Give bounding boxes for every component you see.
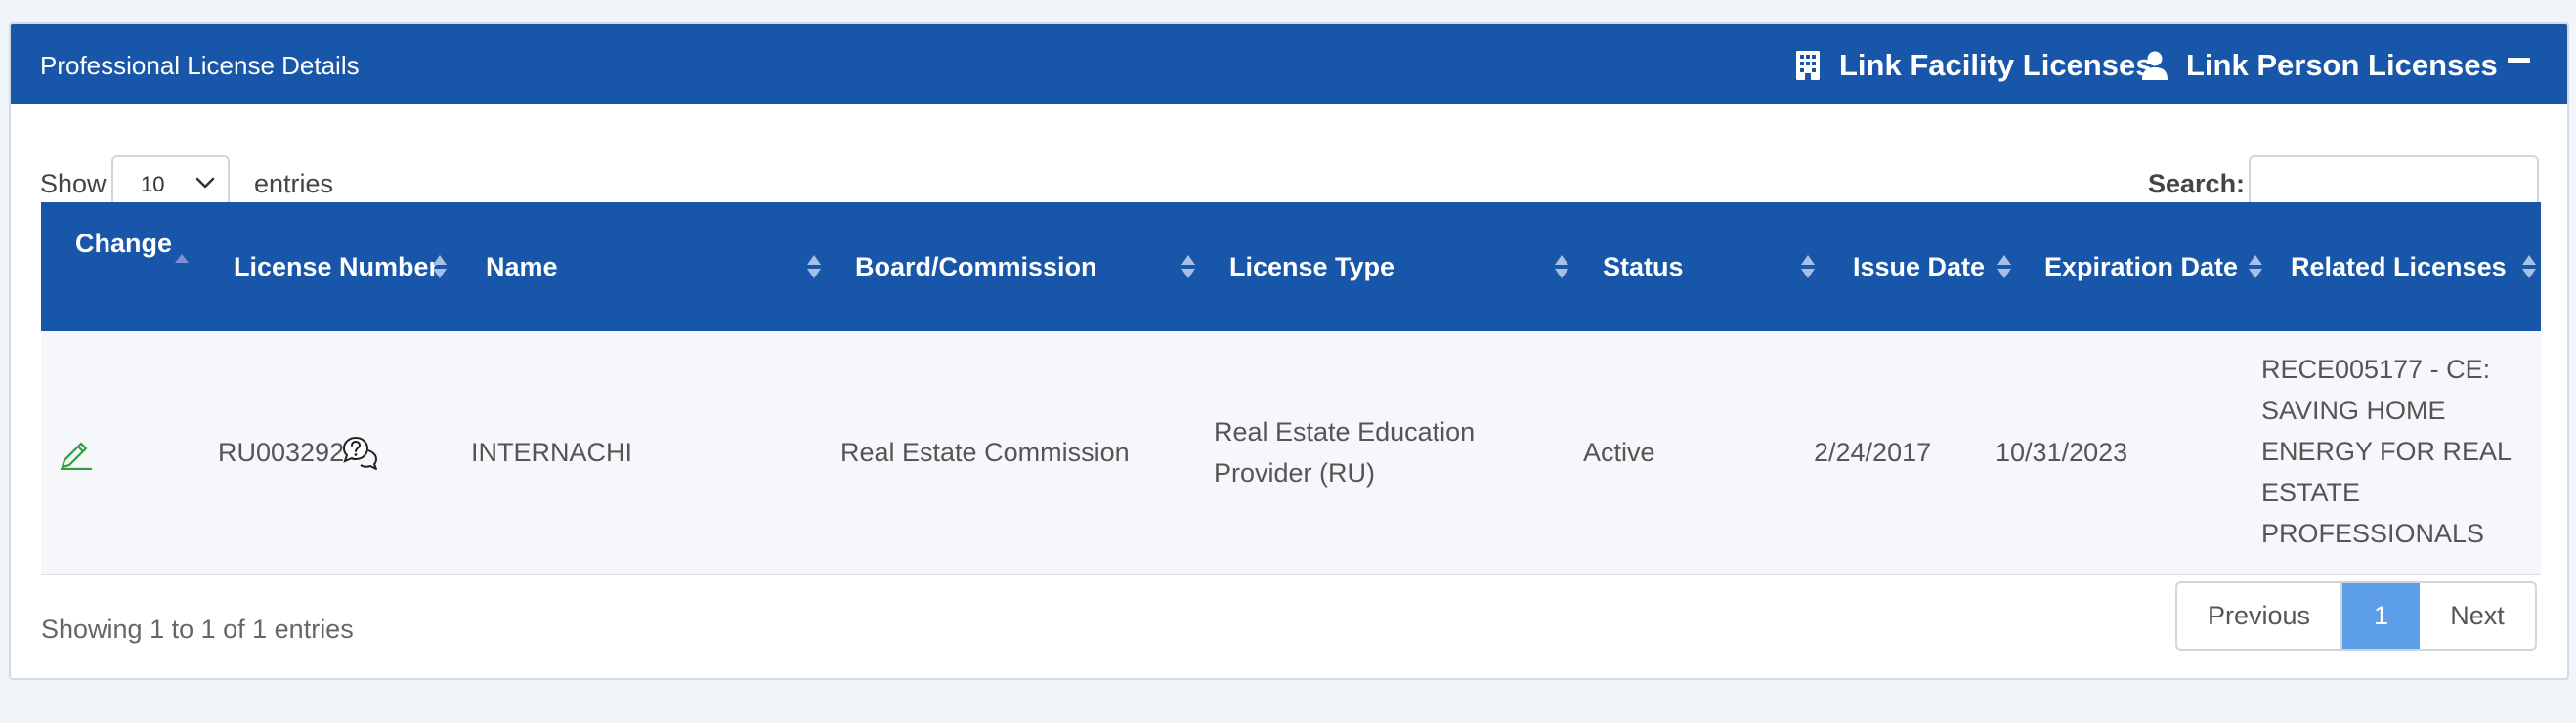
column-header-board[interactable]: Board/Commission [836,202,1210,331]
pencil-icon[interactable] [59,437,94,470]
link-facility-label: Link Facility Licenses [1839,48,2153,82]
chevron-down-icon [195,177,215,189]
sort-asc-icon [175,254,189,263]
previous-page-button[interactable]: Previous [2177,583,2342,649]
cell-expiration-date: 10/31/2023 [1996,438,2128,467]
sort-icon [1181,255,1195,278]
column-header-issue-date[interactable]: Issue Date [1831,202,2022,331]
page-length-value: 10 [141,172,165,196]
minus-icon [2508,58,2530,63]
entries-label: entries [254,169,334,198]
column-header-expiration-date[interactable]: Expiration Date [2022,202,2271,331]
column-header-license-number[interactable]: License Number [203,202,461,331]
licenses-table: Change License Number Name Board/Commiss… [41,202,2541,575]
sort-icon [2249,255,2262,278]
column-header-change[interactable]: Change [41,202,203,331]
panel-title: Professional License Details [40,51,360,80]
sort-icon [1997,255,2011,278]
pagination: Previous 1 Next [2175,581,2537,651]
cell-license-number: RU003292 [203,331,461,574]
column-header-name[interactable]: Name [461,202,836,331]
panel-header: Professional License Details Link Facili… [11,24,2567,104]
cell-name: INTERNACHI [471,438,633,467]
user-icon [2142,51,2168,80]
cell-status: Active [1583,331,1831,574]
column-header-status[interactable]: Status [1583,202,1831,331]
sort-icon [1801,255,1815,278]
cell-issue-date: 2/24/2017 [1814,438,1932,467]
show-label: Show [40,169,107,198]
link-person-licenses-button[interactable]: Link Person Licenses [2141,48,2498,83]
license-number: RU003292 [218,438,345,467]
link-person-label: Link Person Licenses [2186,48,2498,82]
cell-license-type: Real Estate Education Provider (RU) [1214,417,1476,488]
sort-icon [433,255,447,278]
column-header-license-type[interactable]: License Type [1210,202,1583,331]
column-header-related-licenses[interactable]: Related Licenses [2271,202,2541,331]
table-info: Showing 1 to 1 of 1 entries [41,615,354,644]
license-details-panel: Professional License Details Link Facili… [9,22,2569,680]
sort-icon [1555,255,1568,278]
next-page-button[interactable]: Next [2420,583,2535,649]
cell-related-licenses: RECE005177 - CE: SAVING HOME ENERGY FOR … [2261,355,2512,548]
cell-board: Real Estate Commission [840,438,1130,467]
link-facility-licenses-button[interactable]: Link Facility Licenses [1794,48,2152,83]
building-icon [1796,51,1820,80]
page-1-button[interactable]: 1 [2342,583,2420,649]
table-header-row: Change License Number Name Board/Commiss… [41,202,2541,331]
table-row: RU003292 INTERNACHI Real Estate Commissi… [41,331,2541,574]
sort-icon [807,255,821,278]
sort-icon [2522,255,2536,278]
search-label: Search: [2148,169,2246,198]
cell-change [41,331,203,574]
status-value: Active [1583,438,1655,467]
question-chat-icon[interactable] [342,435,379,472]
collapse-panel-button[interactable] [2506,44,2533,73]
